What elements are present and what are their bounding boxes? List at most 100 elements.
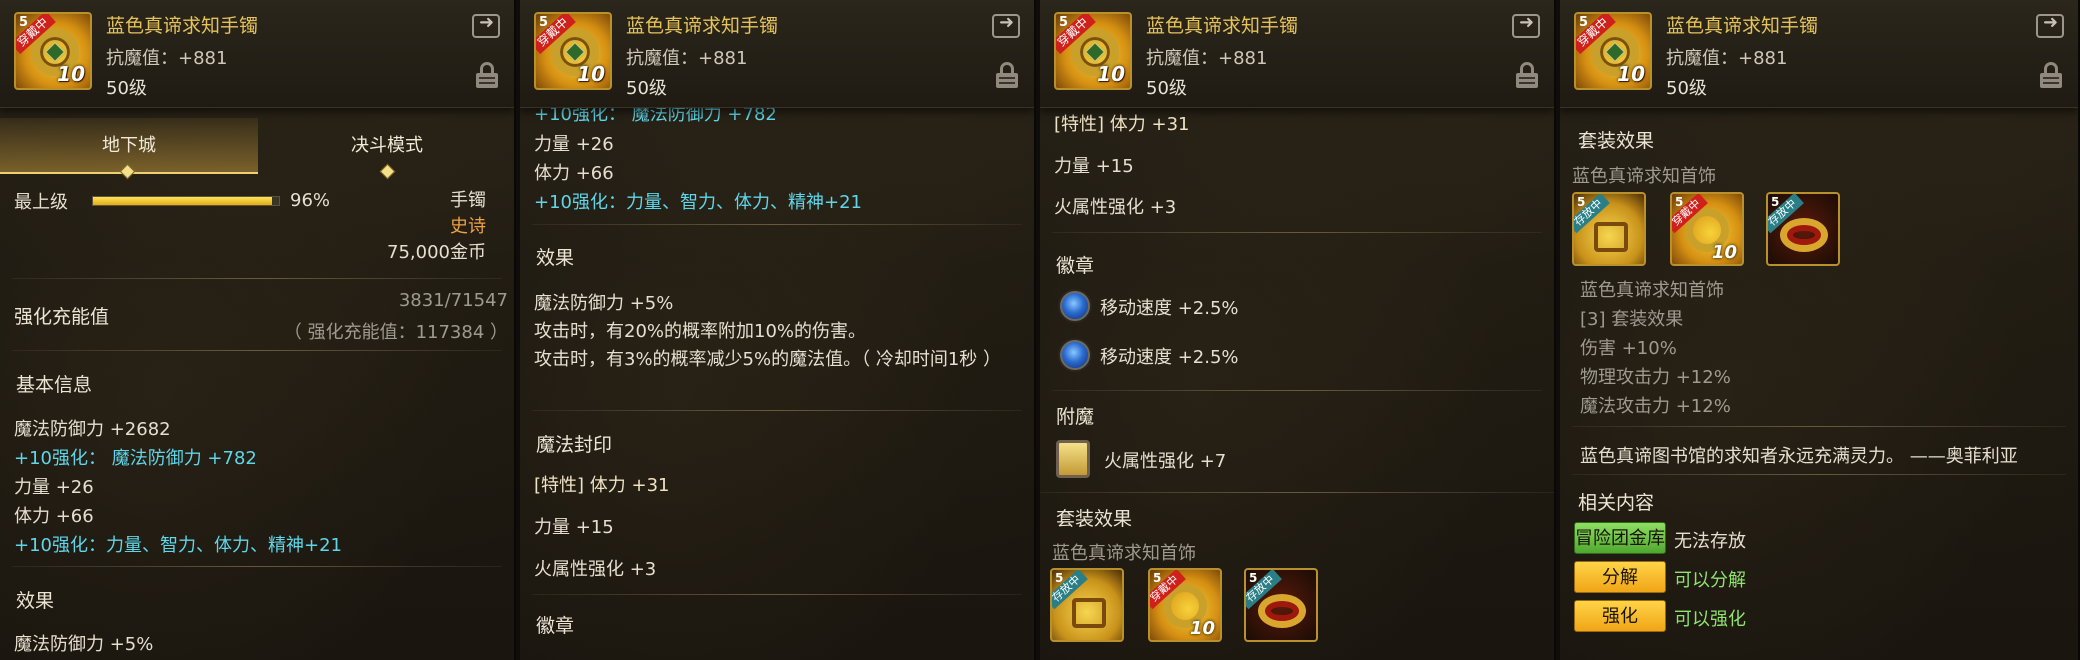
divider: [12, 566, 502, 567]
divider: [1040, 492, 1554, 493]
basic-info-title: 基本信息: [16, 374, 93, 396]
item-tooltip-panel-4: 5 穿戴中 10 蓝色真谛求知手镯 抗魔值：+881 50级 套装效果 蓝色真谛…: [1560, 0, 2080, 660]
disassemble-button[interactable]: 分解: [1574, 561, 1666, 593]
seal-line: [特性] 体力 +31: [534, 475, 670, 496]
set-name: 蓝色真谛求知首饰: [1572, 166, 1716, 187]
item-level: 50级: [1666, 78, 1707, 99]
divider: [532, 594, 1022, 595]
set-line: 物理攻击力 +12%: [1580, 367, 1731, 388]
item-level: 50级: [106, 78, 147, 99]
stat-line: 体力 +66: [534, 163, 614, 184]
related-title: 相关内容: [1578, 492, 1655, 514]
lock-icon[interactable]: [476, 62, 498, 88]
item-level: 50级: [626, 78, 667, 99]
grade-label: 最上级: [14, 192, 68, 213]
vault-status: 无法存放: [1674, 531, 1746, 552]
necklace-icon[interactable]: 5 存放中: [1050, 568, 1124, 642]
share-icon[interactable]: [992, 12, 1020, 38]
grade-bar: [92, 196, 280, 206]
divider: [1052, 232, 1542, 233]
enhance-level: 10: [57, 62, 85, 86]
stat-line: 力量 +26: [534, 134, 614, 155]
item-tooltip-panel-1: 5 穿戴中 10 蓝色真谛求知手镯 抗魔值：+881 50级 地下城 决斗模式 …: [0, 0, 516, 660]
item-title: 蓝色真谛求知手镯: [1146, 15, 1299, 37]
magic-seal-title: 魔法封印: [536, 434, 613, 456]
grade-bar-fill: [93, 197, 272, 205]
divider: [1572, 426, 2066, 427]
basic-line: 力量 +26: [14, 477, 94, 498]
bracelet-icon: 5 穿戴中 10: [1574, 12, 1652, 90]
enhance-level: 10: [1189, 618, 1215, 639]
charge-label: 强化充能值: [14, 306, 110, 328]
enhance-status: 可以强化: [1674, 609, 1746, 630]
stat-line: +10强化：力量、智力、体力、精神+21: [534, 192, 862, 213]
seal-line: 力量 +15: [534, 517, 614, 538]
set-line: 魔法攻击力 +12%: [1580, 396, 1731, 417]
item-tooltip-panel-3: 5 穿戴中 10 蓝色真谛求知手镯 抗魔值：+881 50级 [特性] 体力 +…: [1040, 0, 1556, 660]
set-line: [3] 套装效果: [1580, 309, 1684, 330]
blue-emblem-icon: [1060, 291, 1090, 321]
effect-line: 攻击时，有3%的概率减少5%的魔法值。（ 冷却时间1秒 ）: [534, 349, 1002, 370]
bracelet-icon[interactable]: 5 穿戴中 10: [1670, 192, 1744, 266]
item-title: 蓝色真谛求知手镯: [1666, 15, 1819, 37]
ring-icon[interactable]: 5 存放中: [1244, 568, 1318, 642]
lock-icon[interactable]: [996, 62, 1018, 88]
adventure-vault-button[interactable]: 冒险团金库: [1574, 522, 1666, 554]
item-type: 手镯: [450, 190, 486, 211]
basic-line: +10强化：力量、智力、体力、精神+21: [14, 535, 342, 556]
basic-line: 魔法防御力 +2682: [14, 419, 171, 440]
enhance-level: 10: [577, 62, 605, 86]
set-effect-title: 套装效果: [1578, 130, 1655, 152]
set-name: 蓝色真谛求知首饰: [1052, 543, 1196, 564]
share-icon[interactable]: [472, 12, 500, 38]
enhance-level: 10: [1711, 242, 1737, 263]
seal-line: 火属性强化 +3: [534, 559, 657, 580]
item-header: 5 穿戴中 10 蓝色真谛求知手镯 抗魔值：+881 50级: [0, 0, 514, 108]
emblem-title: 徽章: [536, 615, 575, 637]
ring-icon[interactable]: 5 存放中: [1766, 192, 1840, 266]
effect-line: 魔法防御力 +5%: [534, 293, 674, 314]
set-line: 伤害 +10%: [1580, 338, 1677, 359]
effect-line: 魔法防御力 +5%: [14, 634, 154, 655]
item-header: 5 穿戴中 10 蓝色真谛求知手镯 抗魔值：+881 50级: [1040, 0, 1554, 108]
enhance-level: 10: [1617, 62, 1645, 86]
divider: [532, 410, 1022, 411]
bracelet-icon[interactable]: 5 穿戴中 10: [1148, 568, 1222, 642]
emblem-title: 徽章: [1056, 255, 1095, 277]
effect-title: 效果: [536, 247, 575, 269]
seal-line: 火属性强化 +3: [1054, 197, 1177, 218]
necklace-icon[interactable]: 5 存放中: [1572, 192, 1646, 266]
enchant-card-icon: [1056, 440, 1090, 478]
blue-emblem-icon: [1060, 340, 1090, 370]
charge-total: （ 强化充能值：117384 ）: [283, 322, 508, 343]
item-resist-stat: 抗魔值：+881: [1146, 48, 1268, 69]
share-icon[interactable]: [1512, 12, 1540, 38]
grade-percent: 96%: [290, 190, 331, 211]
item-resist-stat: 抗魔值：+881: [1666, 48, 1788, 69]
divider: [1572, 474, 2066, 475]
share-icon[interactable]: [2036, 12, 2064, 38]
lock-icon[interactable]: [1516, 62, 1538, 88]
basic-line: +10强化： 魔法防御力 +782: [14, 448, 257, 469]
bracelet-icon: 5 穿戴中 10: [1054, 12, 1132, 90]
basic-line: 体力 +66: [14, 506, 94, 527]
bracelet-icon: 5 穿戴中 10: [14, 12, 92, 90]
enhance-button[interactable]: 强化: [1574, 600, 1666, 632]
seal-line: [特性] 体力 +31: [1054, 114, 1190, 135]
item-title: 蓝色真谛求知手镯: [106, 15, 259, 37]
charge-value: 3831/71547: [398, 290, 508, 311]
divider: [1052, 390, 1542, 391]
divider: [12, 278, 502, 279]
item-price: 75,000金币: [387, 242, 486, 263]
emblem-line: 移动速度 +2.5%: [1100, 298, 1239, 319]
lock-icon[interactable]: [2040, 62, 2062, 88]
item-rarity: 史诗: [450, 216, 486, 237]
flavor-text: 蓝色真谛图书馆的求知者永远充满灵力。 ——奥菲利亚: [1580, 446, 2018, 467]
divider: [532, 224, 1022, 225]
bracelet-icon: 5 穿戴中 10: [534, 12, 612, 90]
enhance-level: 10: [1097, 62, 1125, 86]
enchant-title: 附魔: [1056, 406, 1095, 428]
item-header: 5 穿戴中 10 蓝色真谛求知手镯 抗魔值：+881 50级: [520, 0, 1034, 108]
item-header: 5 穿戴中 10 蓝色真谛求知手镯 抗魔值：+881 50级: [1560, 0, 2078, 108]
effect-title: 效果: [16, 590, 55, 612]
